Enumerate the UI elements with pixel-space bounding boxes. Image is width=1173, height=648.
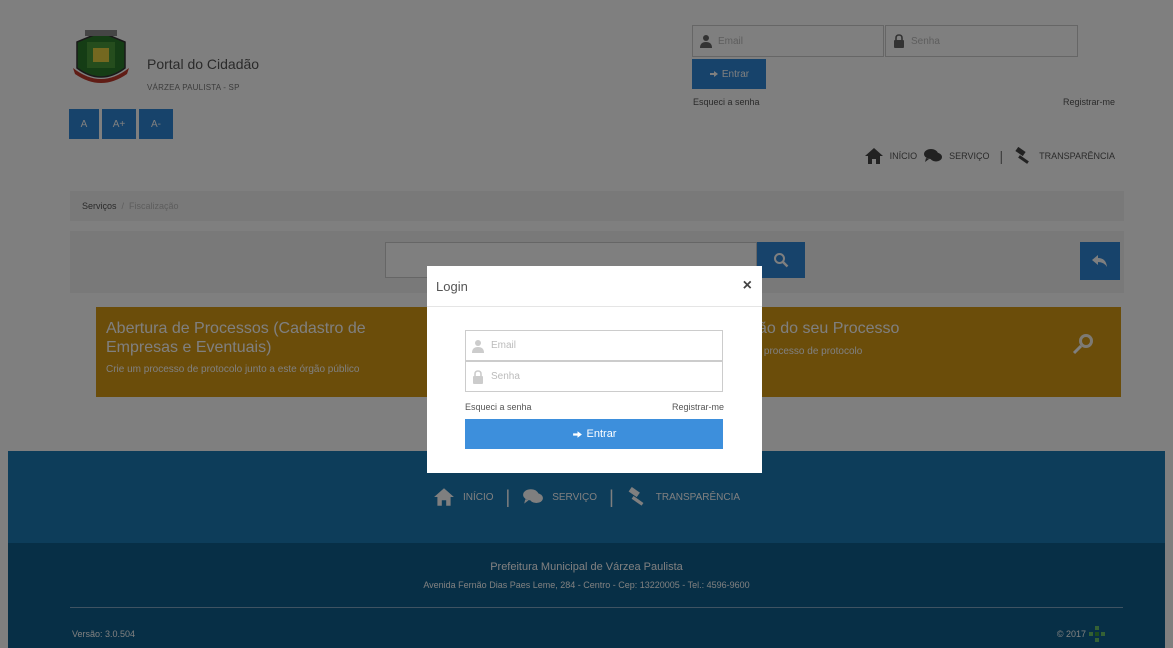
- modal-email-placeholder: Email: [491, 340, 517, 351]
- modal-email-input[interactable]: Email: [465, 330, 723, 361]
- modal-register-link[interactable]: Registrar-me: [672, 402, 724, 412]
- modal-senha-placeholder: Senha: [491, 371, 520, 382]
- modal-forgot-password-link[interactable]: Esqueci a senha: [465, 402, 532, 412]
- lock-icon: [473, 369, 483, 384]
- sign-in-icon: [572, 430, 582, 438]
- login-modal: Login × Email Senha Esqueci a senha Regi…: [427, 266, 762, 473]
- modal-entrar-button[interactable]: Entrar: [465, 419, 723, 449]
- modal-divider: [427, 306, 762, 307]
- user-icon: [472, 339, 484, 353]
- modal-close-button[interactable]: ×: [743, 278, 752, 294]
- modal-title: Login: [436, 279, 468, 294]
- modal-entrar-label: Entrar: [586, 428, 617, 440]
- modal-senha-input[interactable]: Senha: [465, 361, 723, 392]
